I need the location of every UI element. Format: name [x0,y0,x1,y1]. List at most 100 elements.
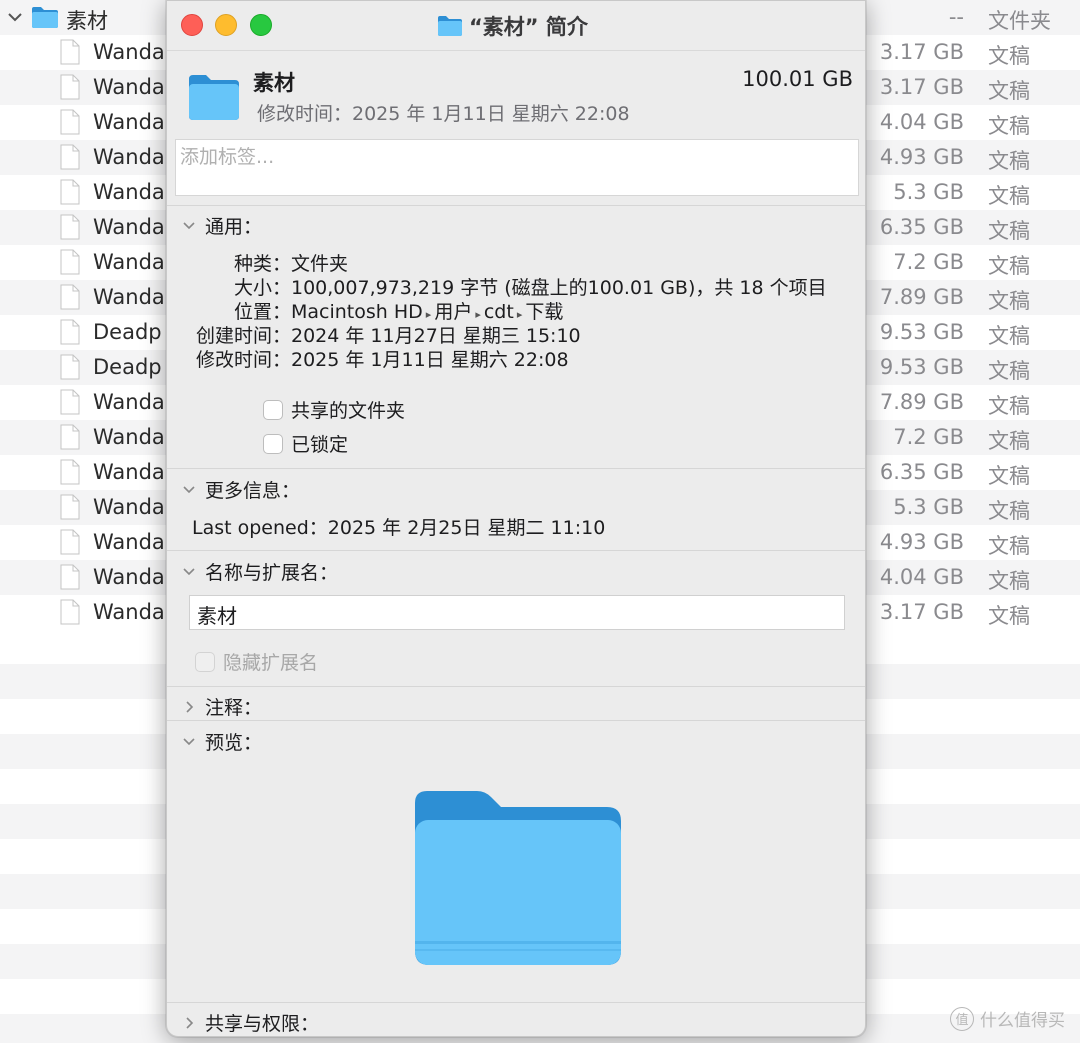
close-button[interactable] [181,14,203,36]
file-name: Wanda [93,145,165,169]
modified-row: 修改时间：2025 年 1月11日 星期六 22:08 [167,345,569,372]
watermark-text: 什么值得买 [980,1011,1065,1031]
file-kind: 文稿 [988,464,1030,488]
document-icon [60,179,80,205]
file-kind: 文稿 [988,534,1030,558]
where-row: 位置：Macintosh HD ▸ 用户 ▸ cdt ▸ 下载 [167,297,563,324]
folder-preview-icon [415,791,621,965]
file-name: Wanda [93,250,165,274]
section-name-ext-title: 名称与扩展名： [205,562,339,584]
section-sharing-title: 共享与权限： [205,1013,320,1035]
path-item: 下载 [525,301,564,323]
hide-extension-label: 隐藏扩展名 [223,652,319,674]
section-general-title: 通用： [205,216,263,238]
window-title: “素材” 简介 [437,11,588,41]
section-more-info[interactable]: 更多信息： [181,476,300,503]
document-icon [60,424,80,450]
size-label: 大小： [233,277,291,299]
file-kind: 文稿 [988,429,1030,453]
folder-name: 素材 [66,9,108,33]
file-name: Wanda [93,600,165,624]
path-item: Macintosh HD [291,301,423,323]
folder-icon [32,7,58,28]
chevron-down-icon[interactable] [6,8,24,26]
file-kind: 文稿 [988,79,1030,103]
zoom-button[interactable] [250,14,272,36]
section-preview-title: 预览： [205,732,263,754]
document-icon [60,249,80,275]
file-kind: 文稿 [988,499,1030,523]
chevron-down-icon[interactable] [181,564,197,580]
section-comments[interactable]: 注释： [181,693,262,720]
file-name: Wanda [93,110,165,134]
divider [167,205,865,206]
document-icon [60,564,80,590]
tags-input[interactable] [176,142,858,172]
file-kind: 文稿 [988,44,1030,68]
file-name: Wanda [93,40,165,64]
document-icon [60,354,80,380]
file-kind: 文稿 [988,184,1030,208]
file-kind: 文稿 [988,604,1030,628]
file-name: Wanda [93,565,165,589]
checkbox-box[interactable] [263,399,283,420]
item-modified: 修改时间：2025 年 1月11日 星期六 22:08 [257,103,630,125]
file-kind: 文稿 [988,254,1030,278]
chevron-down-icon[interactable] [181,482,197,498]
kind-row: 种类：文件夹 [167,249,348,276]
shared-folder-checkbox[interactable]: 共享的文件夹 [263,396,405,423]
minimize-button[interactable] [215,14,237,36]
document-icon [60,319,80,345]
title-bar[interactable]: “素材” 简介 [167,1,865,51]
document-icon [60,599,80,625]
file-name: Wanda [93,215,165,239]
chevron-down-icon[interactable] [181,218,197,234]
document-icon [60,214,80,240]
file-kind: 文稿 [988,219,1030,243]
tags-field[interactable] [175,139,859,196]
folder-kind: 文件夹 [988,9,1051,33]
file-kind: 文稿 [988,114,1030,138]
size-row: 大小：100,007,973,219 字节 (磁盘上的100.01 GB)，共 … [167,273,827,300]
file-kind: 文稿 [988,569,1030,593]
file-name: Wanda [93,530,165,554]
hide-extension-checkbox[interactable]: 隐藏扩展名 [195,648,318,675]
document-icon [60,109,80,135]
chevron-right-icon[interactable] [181,1015,197,1031]
chevron-down-icon[interactable] [181,734,197,750]
last-opened: Last opened：2025 年 2月25日 星期二 11:10 [192,517,606,539]
divider [167,550,865,551]
file-name: Wanda [93,425,165,449]
section-name-ext[interactable]: 名称与扩展名： [181,558,338,585]
file-name: Wanda [93,495,165,519]
file-kind: 文稿 [988,289,1030,313]
folder-icon [189,75,239,120]
item-name: 素材 [253,71,295,95]
modified-label: 修改时间： [195,349,291,371]
document-icon [60,529,80,555]
where-label: 位置： [233,301,291,323]
document-icon [60,494,80,520]
kind-value: 文件夹 [291,253,349,275]
checkbox-box[interactable] [195,651,215,672]
file-name: Deadp [93,320,162,344]
item-size: 100.01 GB [742,67,853,91]
window-title-text: “素材” 简介 [469,15,588,39]
chevron-right-icon[interactable] [181,699,197,715]
checkbox-box[interactable] [263,433,283,454]
watermark-badge: 值 [950,1006,974,1031]
section-sharing[interactable]: 共享与权限： [181,1009,319,1036]
section-preview[interactable]: 预览： [181,728,262,755]
watermark: 值 什么值得买 [950,1006,1065,1031]
name-input[interactable]: 素材 [189,595,845,630]
locked-checkbox[interactable]: 已锁定 [263,430,348,457]
file-kind: 文稿 [988,359,1030,383]
path-separator-icon: ▸ [475,308,481,321]
section-general[interactable]: 通用： [181,212,262,239]
document-icon [60,459,80,485]
file-name: Wanda [93,390,165,414]
created-label: 创建时间： [195,325,291,347]
file-name: Wanda [93,285,165,309]
document-icon [60,39,80,65]
created-value: 2024 年 11月27日 星期三 15:10 [291,325,581,347]
